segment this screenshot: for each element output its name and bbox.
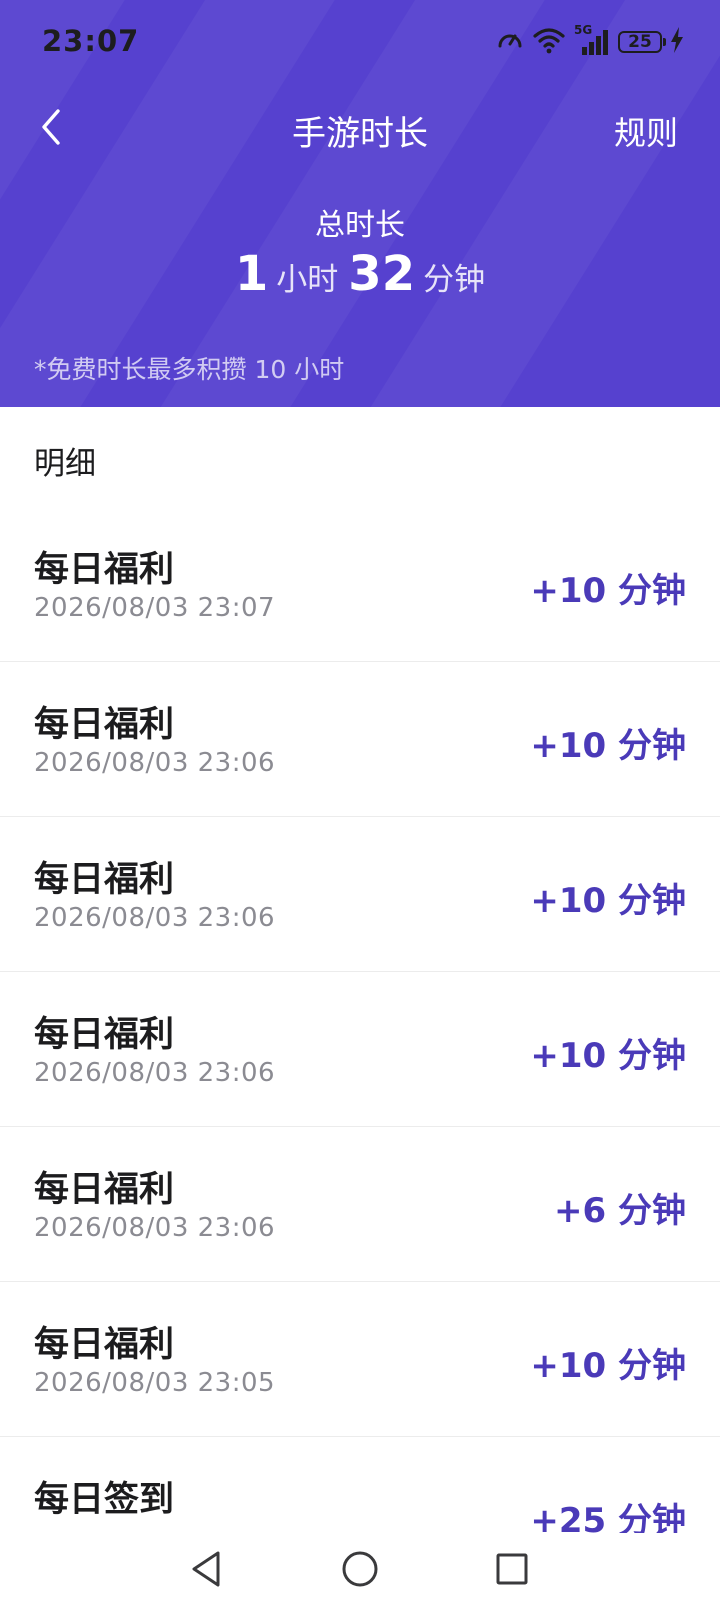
total-hours: 1 — [234, 246, 269, 302]
item-time: 2026/08/03 23:06 — [34, 1058, 276, 1088]
item-amount: +10 分钟 — [530, 571, 686, 611]
home-circle-icon — [340, 1549, 380, 1593]
wifi-icon — [532, 26, 566, 58]
item-amount: +10 分钟 — [530, 1346, 686, 1386]
chevron-left-icon — [38, 107, 64, 151]
item-title: 每日福利 — [34, 1325, 175, 1365]
system-back-button[interactable] — [178, 1543, 234, 1599]
charging-icon — [670, 27, 684, 57]
list-item: 每日福利 2026/08/03 23:06 +6 分钟 — [0, 1127, 720, 1282]
item-time: 2026/08/03 23:05 — [34, 1368, 276, 1398]
item-time: 2026/08/03 23:06 — [34, 748, 276, 778]
status-icons: 5G 25 — [496, 23, 684, 58]
hours-unit: 小时 — [276, 262, 339, 298]
cellular-signal-icon: 5G — [574, 23, 610, 57]
item-title: 每日福利 — [34, 550, 175, 590]
item-amount: +10 分钟 — [530, 881, 686, 921]
accumulation-note: *免费时长最多积攒 10 小时 — [34, 355, 345, 384]
total-duration-label: 总时长 — [315, 208, 405, 243]
battery-icon: 25 — [618, 31, 666, 53]
details-section-title: 明细 — [34, 446, 96, 482]
recents-square-icon — [494, 1551, 530, 1591]
back-triangle-icon — [188, 1549, 224, 1593]
system-home-button[interactable] — [332, 1543, 388, 1599]
system-navigation-bar — [0, 1533, 720, 1610]
item-title: 每日福利 — [34, 860, 175, 900]
speed-icon — [496, 26, 524, 58]
rules-button[interactable]: 规则 — [614, 104, 678, 158]
system-recents-button[interactable] — [484, 1543, 540, 1599]
item-time: 2026/08/03 23:06 — [34, 1213, 276, 1243]
nav-bar: 手游时长 规则 — [0, 92, 720, 168]
item-amount: +10 分钟 — [530, 726, 686, 766]
item-time: 2026/08/03 23:06 — [34, 903, 276, 933]
details-list[interactable]: 每日福利 2026/08/03 23:07 +10 分钟 每日福利 2026/0… — [0, 507, 720, 1533]
minutes-unit: 分钟 — [423, 262, 486, 298]
item-amount: +10 分钟 — [530, 1036, 686, 1076]
item-title: 每日福利 — [34, 1170, 175, 1210]
list-item: 每日福利 2026/08/03 23:06 +10 分钟 — [0, 972, 720, 1127]
header-banner: 23:07 5G 25 手游时长 规则 总时长 1 小时 32 分钟 *免费时长… — [0, 0, 720, 407]
item-title: 每日签到 — [34, 1480, 175, 1520]
item-title: 每日福利 — [34, 705, 175, 745]
list-item: 每日福利 2026/08/03 23:05 +10 分钟 — [0, 1282, 720, 1437]
item-amount: +25 分钟 — [530, 1501, 686, 1533]
app-screen: 23:07 5G 25 手游时长 规则 总时长 1 小时 32 分钟 *免费时长… — [0, 0, 720, 1610]
status-time: 23:07 — [42, 24, 140, 58]
list-item: 每日签到 +25 分钟 — [0, 1437, 720, 1533]
list-item: 每日福利 2026/08/03 23:06 +10 分钟 — [0, 817, 720, 972]
item-amount: +6 分钟 — [554, 1191, 686, 1231]
item-time: 2026/08/03 23:07 — [34, 593, 276, 623]
back-button[interactable] — [26, 104, 76, 154]
page-title: 手游时长 — [292, 114, 428, 154]
total-minutes: 32 — [348, 246, 416, 302]
list-item: 每日福利 2026/08/03 23:06 +10 分钟 — [0, 662, 720, 817]
list-item: 每日福利 2026/08/03 23:07 +10 分钟 — [0, 507, 720, 662]
status-bar: 23:07 5G 25 — [0, 0, 720, 84]
total-duration-value: 1 小时 32 分钟 — [0, 246, 720, 302]
item-title: 每日福利 — [34, 1015, 175, 1055]
